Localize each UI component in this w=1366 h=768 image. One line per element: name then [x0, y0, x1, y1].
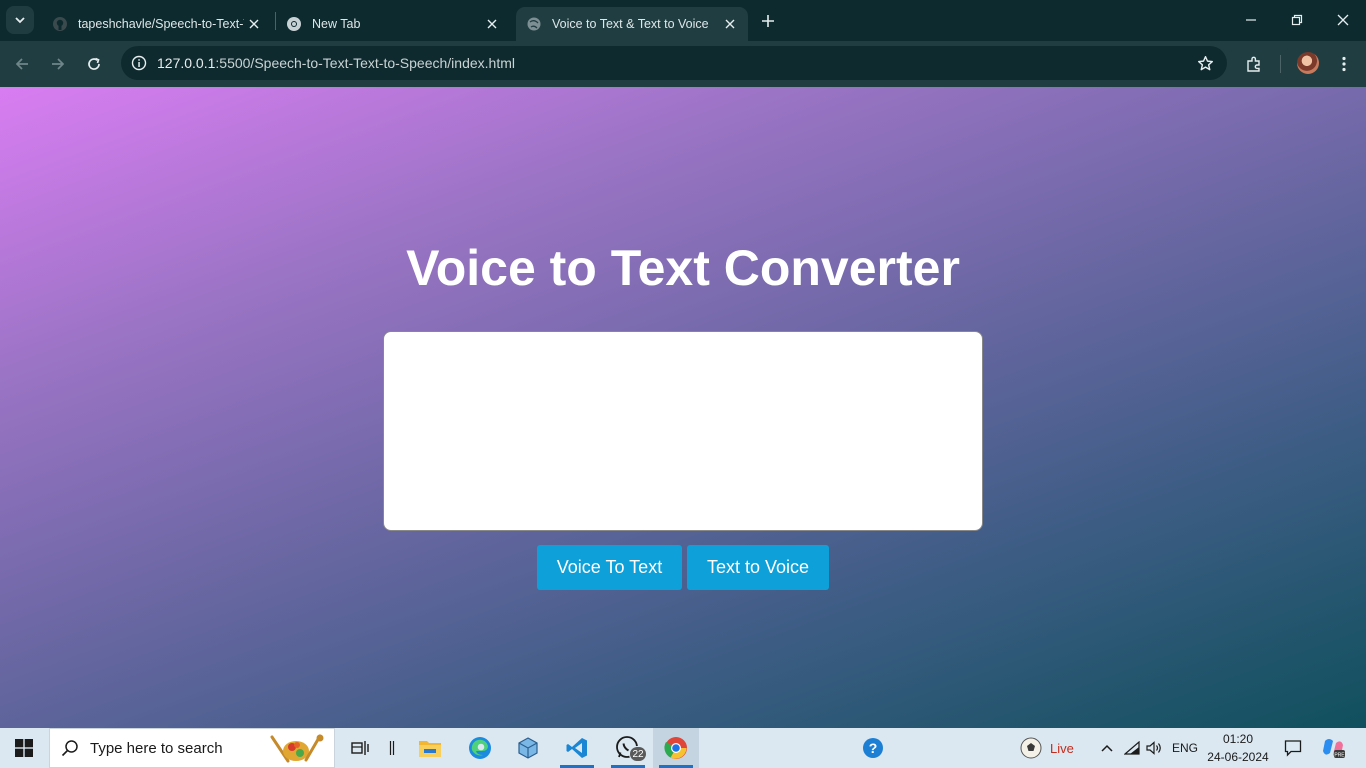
reload-icon [88, 57, 100, 70]
network-button[interactable] [1122, 728, 1142, 768]
restore-button[interactable] [1274, 0, 1320, 40]
live-label[interactable]: Live [1050, 728, 1074, 768]
page-title: Voice to Text Converter [406, 240, 960, 296]
vscode-button[interactable] [554, 728, 600, 768]
new-tab-button[interactable] [756, 9, 780, 33]
tab-title: Voice to Text & Text to Voice [552, 17, 709, 31]
browser-toolbar: 127.0.0.1:5500/Speech-to-Text-Text-to-Sp… [0, 41, 1366, 87]
cube-icon [518, 737, 538, 759]
close-window-button[interactable] [1320, 0, 1366, 40]
address-bar[interactable]: 127.0.0.1:5500/Speech-to-Text-Text-to-Sp… [121, 46, 1227, 80]
tab-github[interactable]: tapeshchavle/Speech-to-Text-Te [42, 7, 272, 41]
url-text[interactable]: 127.0.0.1:5500/Speech-to-Text-Text-to-Sp… [157, 55, 515, 71]
url-path: :5500/Speech-to-Text-Text-to-Speech/inde… [215, 55, 515, 71]
search-icon [50, 728, 90, 768]
windows-taskbar: Type here to search 22 ? Live ENG 01:20 … [0, 728, 1366, 768]
weather-widget[interactable] [1017, 728, 1045, 768]
wifi-icon [1124, 741, 1140, 755]
app-3d-box-button[interactable] [505, 728, 551, 768]
globe-icon [526, 16, 542, 32]
notifications-button[interactable] [1280, 728, 1306, 768]
edge-icon [469, 737, 491, 759]
browser-tab-strip: tapeshchavle/Speech-to-Text-Te New Tab V… [0, 0, 1366, 41]
start-button[interactable] [0, 728, 48, 768]
widgets-divider [384, 728, 400, 768]
voice-to-text-button[interactable]: Voice To Text [537, 545, 682, 590]
tab-title: tapeshchavle/Speech-to-Text-Te [78, 17, 244, 31]
arrow-left-icon [15, 58, 28, 70]
tab-new-tab[interactable]: New Tab [276, 7, 510, 41]
close-icon [1337, 14, 1349, 26]
close-tab-icon[interactable] [482, 14, 502, 34]
page-content: Voice to Text Converter Voice To Text Te… [0, 87, 1366, 728]
chevron-down-icon [15, 17, 25, 24]
soccer-ball-icon [1020, 737, 1042, 759]
forward-button[interactable] [43, 49, 73, 79]
chevron-up-icon [1101, 744, 1113, 752]
vscode-icon [566, 738, 587, 758]
chrome-icon [286, 16, 302, 32]
bookmark-star-icon[interactable] [1193, 51, 1217, 75]
url-host: 127.0.0.1 [157, 55, 216, 71]
file-explorer-button[interactable] [407, 728, 453, 768]
close-tab-icon[interactable] [244, 14, 264, 34]
toolbar-separator [1280, 55, 1281, 73]
arrow-right-icon [52, 58, 65, 70]
svg-text:?: ? [869, 740, 878, 756]
extensions-icon[interactable] [1240, 50, 1268, 78]
profile-avatar[interactable] [1297, 52, 1319, 74]
transcript-textarea[interactable] [383, 331, 983, 531]
windows-logo-icon [15, 739, 33, 757]
tab-search-button[interactable] [6, 6, 34, 34]
task-view-button[interactable] [337, 728, 383, 768]
edge-browser-button[interactable] [457, 728, 503, 768]
taskbar-search-box[interactable]: Type here to search [49, 728, 335, 768]
github-icon [52, 16, 68, 32]
whatsapp-button[interactable]: 22 [605, 728, 651, 768]
menu-kebab-icon[interactable] [1330, 50, 1358, 78]
show-hidden-icons-button[interactable] [1097, 728, 1117, 768]
help-button[interactable]: ? [858, 728, 888, 768]
task-view-icon [351, 741, 369, 755]
reload-button[interactable] [79, 49, 109, 79]
search-highlight-illustration [270, 734, 324, 763]
chrome-icon [664, 737, 687, 759]
back-button[interactable] [7, 49, 37, 79]
svg-text:PRE: PRE [1334, 753, 1345, 759]
search-placeholder: Type here to search [90, 739, 223, 757]
chrome-taskbar-button[interactable] [653, 728, 699, 768]
close-tab-icon[interactable] [720, 14, 740, 34]
clock-date: 24-06-2024 [1207, 750, 1269, 764]
copilot-icon: PRE [1323, 739, 1345, 759]
copilot-button[interactable]: PRE [1318, 728, 1348, 768]
restore-icon [1291, 14, 1303, 26]
clock-time: 01:20 [1222, 732, 1254, 746]
plus-icon [762, 15, 774, 27]
volume-button[interactable] [1144, 728, 1166, 768]
text-to-voice-button[interactable]: Text to Voice [687, 545, 829, 590]
site-info-icon[interactable] [127, 51, 151, 75]
folder-icon [419, 741, 441, 757]
minimize-icon [1246, 19, 1256, 21]
speaker-icon [1146, 741, 1161, 755]
tab-voice-to-text[interactable]: Voice to Text & Text to Voice [516, 7, 748, 41]
input-language-indicator[interactable]: ENG [1172, 728, 1198, 768]
chat-bubble-icon [1284, 740, 1302, 757]
tab-title: New Tab [312, 17, 361, 31]
minimize-button[interactable] [1228, 0, 1274, 40]
whatsapp-unread-badge: 22 [629, 746, 647, 762]
taskbar-clock[interactable]: 01:20 24-06-2024 [1206, 730, 1270, 766]
help-icon: ? [863, 738, 883, 758]
